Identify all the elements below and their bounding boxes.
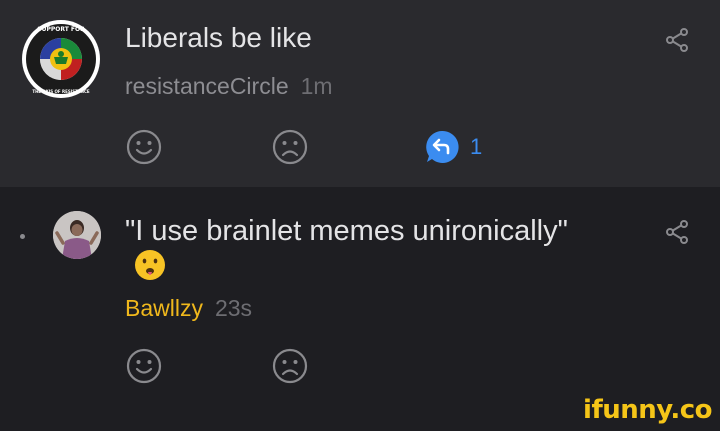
thread-bullet (20, 234, 25, 239)
reply-count[interactable]: 1 (470, 134, 482, 160)
badge-text-bottom: THE AXIS OF RESISTANCE (32, 89, 90, 94)
share-icon[interactable] (663, 218, 691, 246)
smile-icon[interactable] (125, 347, 163, 385)
post-card: SUPPORT FOR THE AXIS OF RESISTANCE Liber… (0, 0, 720, 187)
reply-author[interactable]: Bawllzy (125, 295, 203, 321)
smile-icon[interactable] (125, 128, 163, 166)
post-author[interactable]: resistanceCircle (125, 73, 289, 99)
post-title: Liberals be like (125, 22, 312, 53)
reply-meta: Bawllzy 23s (125, 295, 252, 322)
frown-icon[interactable] (271, 128, 309, 166)
badge-text-top: SUPPORT FOR (37, 26, 85, 33)
frown-icon[interactable] (271, 347, 309, 385)
avatar[interactable] (53, 211, 101, 259)
watermark: ifunny.co (583, 395, 712, 425)
post-meta: resistanceCircle 1m (125, 73, 333, 100)
reply-text-content: "I use brainlet memes unironically" (125, 215, 568, 247)
post-time: 1m (300, 73, 333, 99)
avatar[interactable]: SUPPORT FOR THE AXIS OF RESISTANCE (21, 19, 101, 99)
drooling-face-icon (135, 250, 165, 281)
reply-time: 23s (214, 295, 253, 321)
reply-icon[interactable] (424, 129, 460, 165)
share-icon[interactable] (663, 26, 691, 54)
reply-text: "I use brainlet memes unironically" (125, 213, 595, 285)
